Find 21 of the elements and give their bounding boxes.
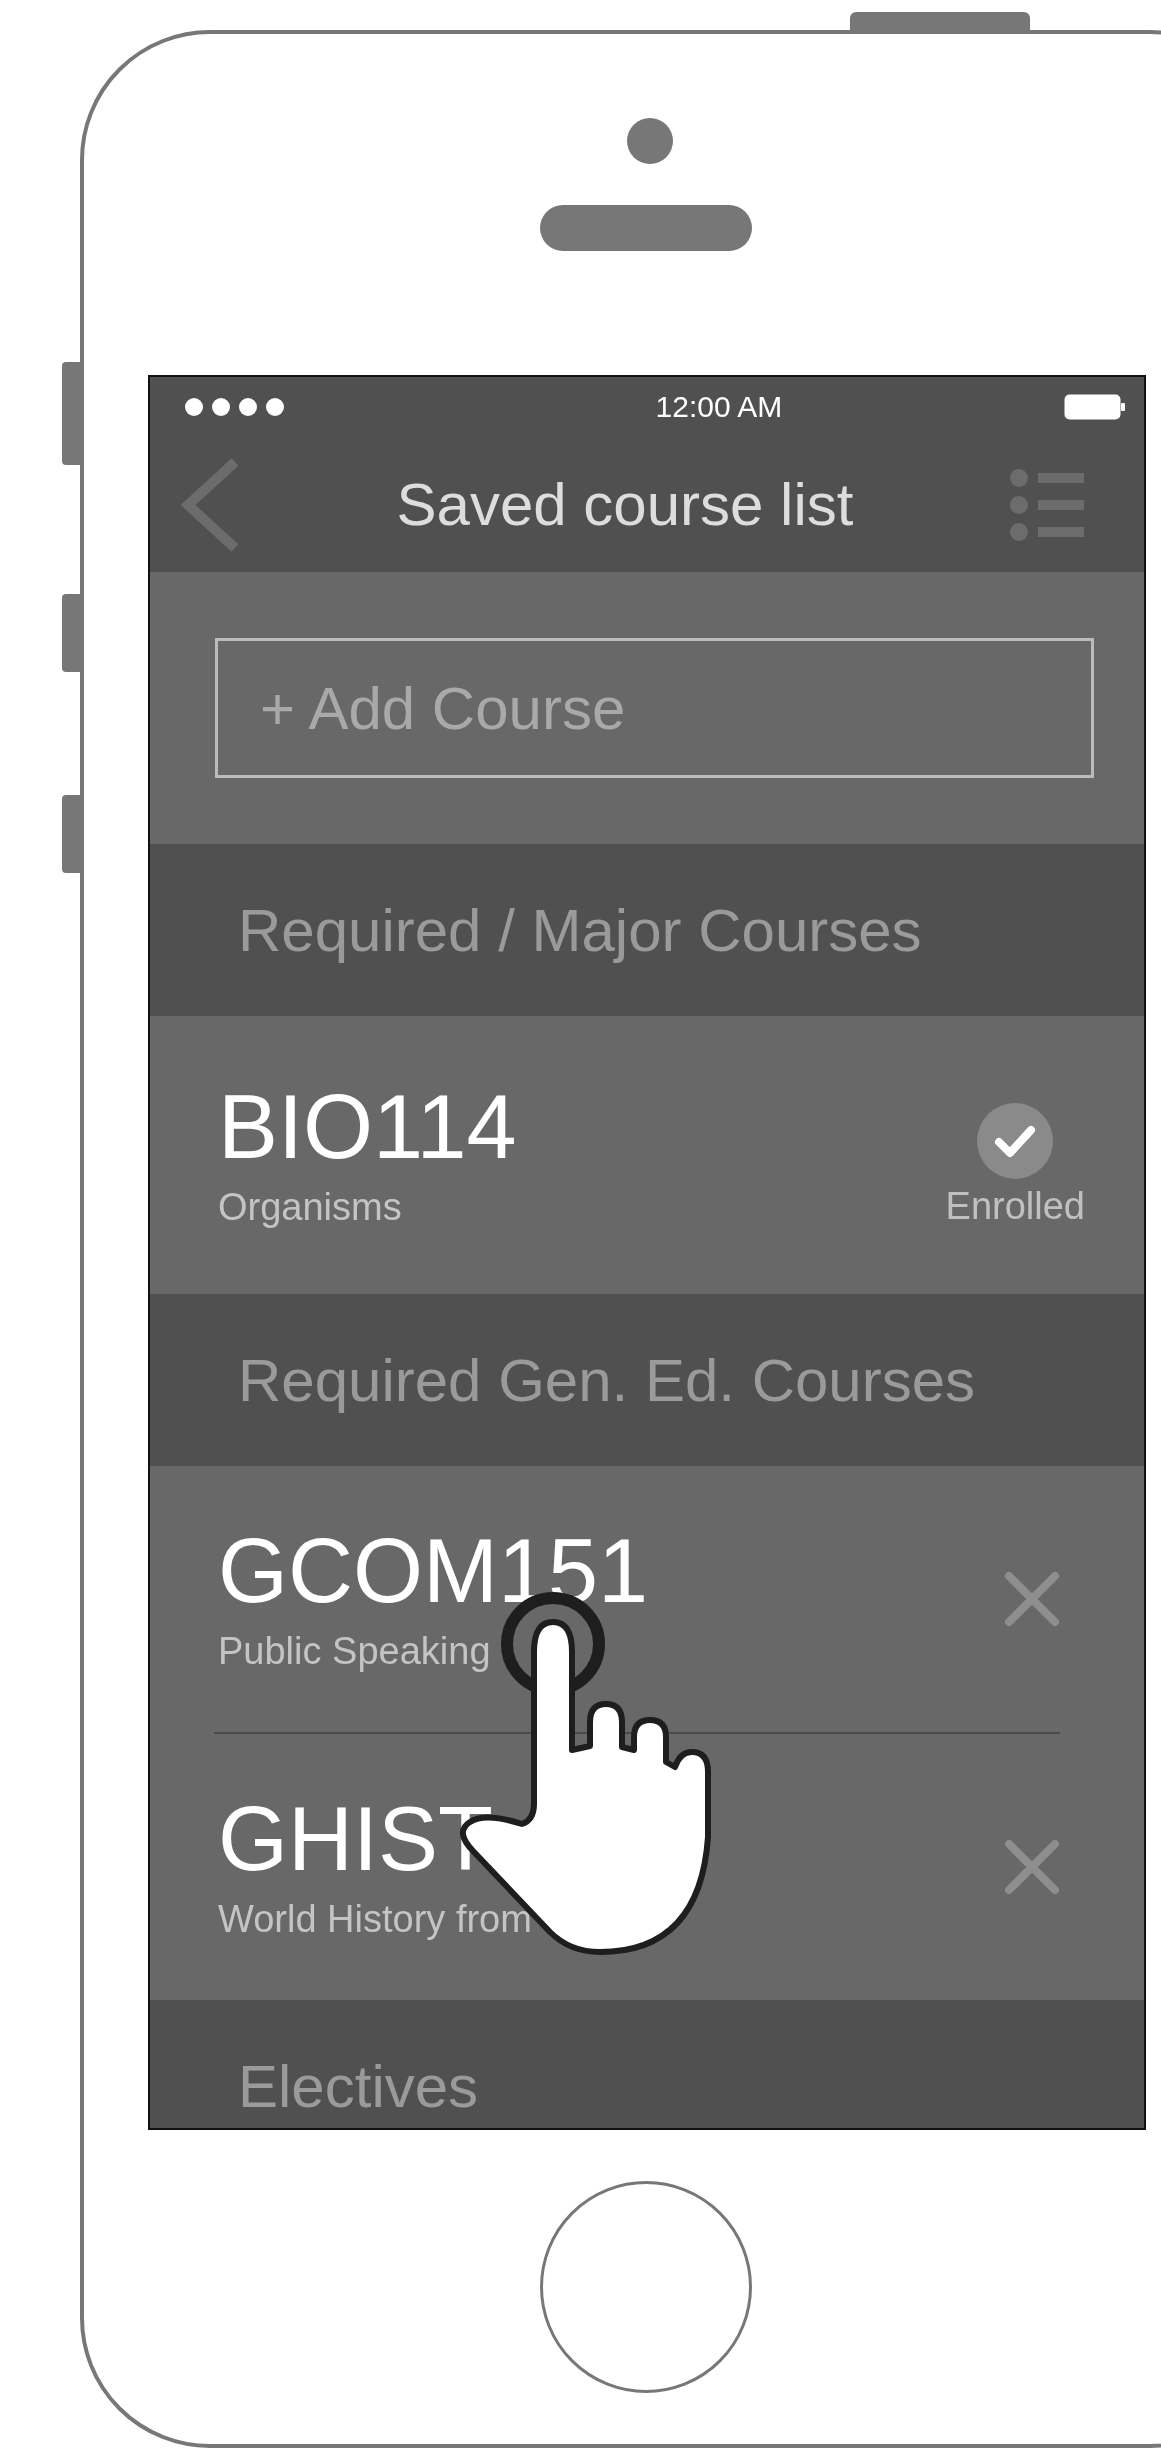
course-code: BIO114 bbox=[218, 1081, 517, 1172]
add-course-field[interactable]: + Add Course bbox=[215, 638, 1094, 778]
list-menu-icon[interactable] bbox=[1010, 467, 1084, 542]
screen-title: Saved course list bbox=[396, 470, 854, 539]
close-icon[interactable] bbox=[1004, 1839, 1060, 1895]
home-button[interactable] bbox=[540, 2181, 752, 2393]
enrolled-label: Enrolled bbox=[945, 1184, 1085, 1228]
section-title: Required / Major Courses bbox=[238, 895, 922, 965]
status-time: 12:00 AM bbox=[655, 390, 783, 424]
phone-camera bbox=[627, 118, 673, 164]
course-name: Organisms bbox=[218, 1185, 403, 1229]
battery-icon bbox=[1064, 393, 1126, 421]
checkmark-icon bbox=[977, 1102, 1054, 1179]
back-icon[interactable] bbox=[180, 457, 240, 552]
section-title: Required Gen. Ed. Courses bbox=[238, 1345, 976, 1415]
course-name: Public Speaking bbox=[218, 1629, 492, 1673]
section-title: Electives bbox=[238, 2051, 479, 2121]
close-icon[interactable] bbox=[1004, 1571, 1060, 1627]
signal-icon bbox=[184, 397, 284, 417]
course-name: World History from bbox=[218, 1897, 532, 1941]
course-code: GCOM151 bbox=[218, 1525, 649, 1616]
